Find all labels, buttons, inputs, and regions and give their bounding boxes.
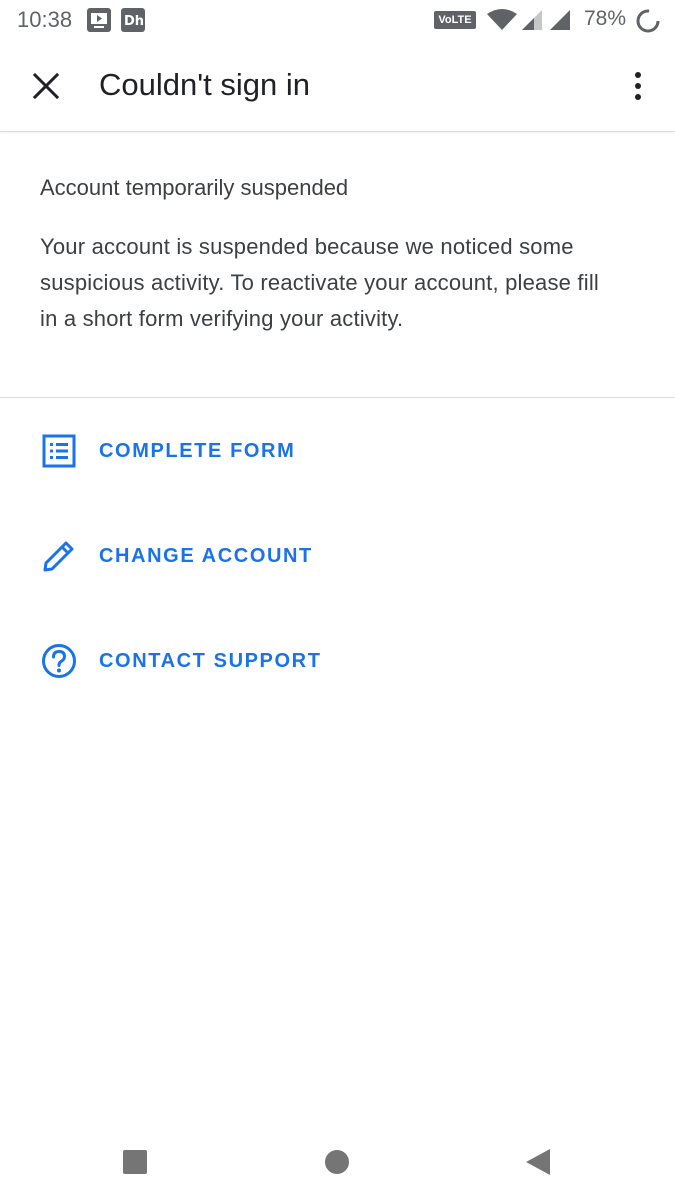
pencil-icon [43,541,74,572]
signal-icon-1 [522,10,542,30]
divider [0,397,675,398]
system-nav-bar [0,1120,675,1200]
recents-square-icon [123,1150,147,1174]
volte-badge: VoLTE [434,11,476,29]
battery-icon [636,9,660,33]
contact-support-label: CONTACT SUPPORT [99,650,322,672]
complete-form-button[interactable]: COMPLETE FORM [0,412,675,492]
back-button[interactable] [520,1144,556,1180]
more-vert-icon [635,72,641,100]
suspension-message: Your account is suspended because we not… [40,234,600,331]
suspension-heading: Account temporarily suspended [40,175,349,200]
signal-icon-2 [550,10,570,30]
home-button[interactable] [319,1144,355,1180]
overflow-menu-button[interactable] [614,62,662,110]
form-list-icon [42,434,76,468]
complete-form-label: COMPLETE FORM [99,440,296,462]
contact-support-button[interactable]: CONTACT SUPPORT [0,622,675,702]
status-time: 10:38 [17,7,73,32]
status-bar: 10:38 Dh VoLTE 78% [0,0,675,40]
svg-text:Dh: Dh [124,14,144,29]
wifi-icon [487,9,517,30]
close-icon [32,72,60,100]
change-account-button[interactable]: CHANGE ACCOUNT [0,517,675,597]
page-title: Couldn't sign in [99,67,310,102]
recents-button[interactable] [117,1144,153,1180]
home-circle-icon [325,1150,349,1174]
close-button[interactable] [22,62,70,110]
media-notification-icon [87,8,111,32]
battery-percent: 78% [584,7,627,30]
back-triangle-icon [526,1149,550,1175]
change-account-label: CHANGE ACCOUNT [99,545,313,567]
app-bar: Couldn't sign in [0,40,675,132]
app-notification-icon: Dh [121,8,145,32]
help-circle-icon [42,644,76,678]
